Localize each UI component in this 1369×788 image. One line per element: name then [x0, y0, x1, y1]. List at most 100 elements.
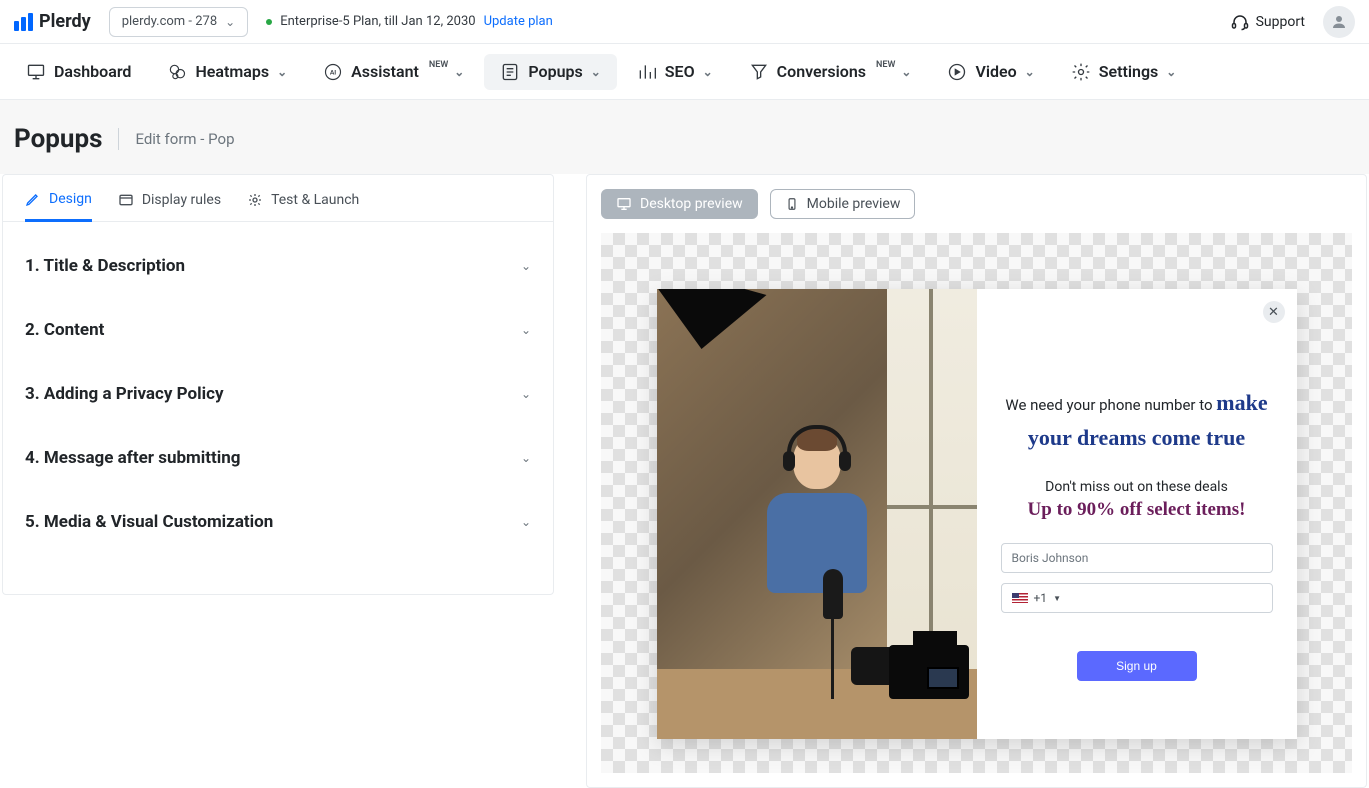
- tab-design[interactable]: Design: [25, 191, 92, 222]
- popup-phone-code: +1: [1034, 591, 1048, 605]
- nav-assistant[interactable]: AI Assistant NEW ⌄: [307, 54, 480, 90]
- tab-display-rules[interactable]: Display rules: [118, 191, 221, 221]
- close-icon: ✕: [1268, 305, 1279, 320]
- status-dot-icon: [266, 19, 272, 25]
- nav-heatmaps[interactable]: Heatmaps ⌄: [151, 54, 303, 90]
- popup-preview: ✕ We need your phone number to make your…: [657, 289, 1297, 739]
- mobile-icon: [785, 196, 799, 212]
- play-icon: [947, 62, 967, 82]
- chevron-down-icon: ⌄: [901, 65, 911, 79]
- accordion-label: 1. Title & Description: [25, 256, 185, 276]
- nav-label: Settings: [1099, 62, 1159, 81]
- plan-info: Enterprise-5 Plan, till Jan 12, 2030 Upd…: [266, 14, 553, 29]
- preview-tab-label: Mobile preview: [807, 196, 901, 212]
- accordion-label: 3. Adding a Privacy Policy: [25, 384, 224, 404]
- preview-tab-label: Desktop preview: [640, 196, 743, 212]
- nav-label: Heatmaps: [195, 62, 269, 81]
- gear-icon: [1071, 62, 1091, 82]
- support-label: Support: [1256, 14, 1305, 30]
- logo[interactable]: Plerdy: [14, 11, 91, 32]
- chevron-down-icon: ⌄: [1166, 65, 1176, 79]
- popup-lead-text: We need your phone number to: [1005, 396, 1216, 414]
- nav-conversions[interactable]: Conversions NEW ⌄: [733, 54, 928, 90]
- logo-icon: [14, 13, 33, 31]
- headset-icon: [1230, 12, 1250, 32]
- accordion-media-visual[interactable]: 5. Media & Visual Customization ⌄: [25, 490, 531, 554]
- nav-label: Popups: [528, 62, 582, 81]
- page-header: Popups Edit form - Pop: [0, 100, 1369, 174]
- chevron-down-icon: ⌄: [521, 259, 531, 273]
- plan-text: Enterprise-5 Plan, till Jan 12, 2030: [280, 14, 475, 29]
- gear-icon: [247, 192, 263, 208]
- nav-video[interactable]: Video ⌄: [931, 54, 1050, 90]
- nav-label: Conversions: [777, 62, 866, 81]
- preview-tab-mobile[interactable]: Mobile preview: [770, 189, 916, 219]
- top-bar: Plerdy plerdy.com - 278 ⌄ Enterprise-5 P…: [0, 0, 1369, 44]
- popup-image: [657, 289, 977, 739]
- window-icon: [118, 192, 134, 208]
- breadcrumb: Edit form - Pop: [135, 130, 234, 148]
- tab-label: Design: [49, 191, 92, 207]
- popup-heading: We need your phone number to make your d…: [1001, 385, 1273, 455]
- popup-name-placeholder: Boris Johnson: [1012, 551, 1089, 565]
- caret-down-icon: ▼: [1053, 594, 1061, 603]
- accordion-title-description[interactable]: 1. Title & Description ⌄: [25, 234, 531, 298]
- person-icon: [1330, 13, 1348, 31]
- nav-label: Assistant: [351, 62, 419, 81]
- update-plan-link[interactable]: Update plan: [484, 14, 553, 29]
- chevron-down-icon: ⌄: [521, 515, 531, 529]
- nav-settings[interactable]: Settings ⌄: [1055, 54, 1193, 90]
- nav-label: Video: [975, 62, 1016, 81]
- chevron-down-icon: ⌄: [1025, 65, 1035, 79]
- site-selector[interactable]: plerdy.com - 278 ⌄: [109, 7, 249, 37]
- svg-text:AI: AI: [330, 68, 336, 76]
- tab-label: Test & Launch: [271, 192, 359, 208]
- preview-canvas: ✕ We need your phone number to make your…: [601, 233, 1352, 773]
- accordion-content[interactable]: 2. Content ⌄: [25, 298, 531, 362]
- chevron-down-icon: ⌄: [454, 65, 464, 79]
- chevron-down-icon: ⌄: [703, 65, 713, 79]
- nav-seo[interactable]: SEO ⌄: [621, 54, 729, 90]
- popup-subheading-2: Up to 90% off select items!: [1028, 499, 1246, 521]
- nav-dashboard[interactable]: Dashboard: [10, 54, 147, 90]
- popup-subheading-1: Don't miss out on these deals: [1045, 479, 1228, 495]
- nav-popups[interactable]: Popups ⌄: [484, 54, 616, 90]
- form-icon: [500, 62, 520, 82]
- ai-icon: AI: [323, 62, 343, 82]
- chevron-down-icon: ⌄: [225, 15, 235, 29]
- new-badge: NEW: [429, 60, 448, 70]
- popup-close-button[interactable]: ✕: [1263, 301, 1285, 323]
- chevron-down-icon: ⌄: [521, 323, 531, 337]
- accordion-label: 5. Media & Visual Customization: [25, 512, 273, 532]
- user-avatar-button[interactable]: [1323, 6, 1355, 38]
- funnel-icon: [749, 62, 769, 82]
- monitor-icon: [616, 196, 632, 212]
- chevron-down-icon: ⌄: [591, 65, 601, 79]
- accordion-label: 4. Message after submitting: [25, 448, 241, 468]
- new-badge: NEW: [876, 60, 895, 70]
- accordion-list: 1. Title & Description ⌄ 2. Content ⌄ 3.…: [3, 222, 553, 594]
- popup-name-input[interactable]: Boris Johnson: [1001, 543, 1273, 573]
- accordion-privacy[interactable]: 3. Adding a Privacy Policy ⌄: [25, 362, 531, 426]
- page-title: Popups: [14, 124, 102, 154]
- nav-label: SEO: [665, 62, 695, 81]
- preview-panel: Desktop preview Mobile preview: [586, 174, 1367, 788]
- content: Design Display rules Test & Launch 1. Ti…: [0, 174, 1369, 788]
- chevron-down-icon: ⌄: [521, 387, 531, 401]
- tab-test-launch[interactable]: Test & Launch: [247, 191, 359, 221]
- pencil-icon: [25, 191, 41, 207]
- heatmap-icon: [167, 62, 187, 82]
- nav-label: Dashboard: [54, 62, 131, 81]
- monitor-icon: [26, 62, 46, 82]
- flag-us-icon: [1012, 593, 1028, 603]
- preview-tab-desktop[interactable]: Desktop preview: [601, 189, 758, 219]
- site-selector-label: plerdy.com - 278: [122, 14, 217, 29]
- editor-tabs: Design Display rules Test & Launch: [3, 175, 553, 222]
- support-button[interactable]: Support: [1230, 12, 1305, 32]
- popup-signup-button[interactable]: Sign up: [1077, 651, 1197, 681]
- editor-panel: Design Display rules Test & Launch 1. Ti…: [2, 174, 554, 595]
- popup-phone-input[interactable]: +1 ▼: [1001, 583, 1273, 613]
- main-nav: Dashboard Heatmaps ⌄ AI Assistant NEW ⌄ …: [0, 44, 1369, 100]
- accordion-message-after[interactable]: 4. Message after submitting ⌄: [25, 426, 531, 490]
- divider: [118, 128, 119, 150]
